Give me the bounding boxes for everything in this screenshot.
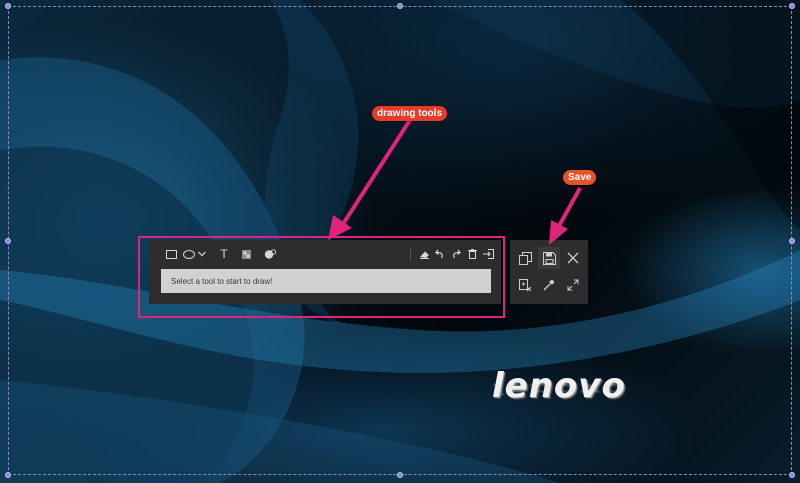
selection-handle-bottom-center[interactable] [397,472,403,478]
pin-to-screen-icon[interactable] [514,274,536,296]
drawing-tools-highlight-box [138,236,505,318]
selection-handle-middle-left[interactable] [5,238,11,244]
save-icon[interactable] [538,247,560,269]
color-picker-icon[interactable] [538,274,560,296]
selection-handle-bottom-left[interactable] [5,472,11,478]
selection-handle-bottom-right[interactable] [789,472,795,478]
selection-handle-top-left[interactable] [5,3,11,9]
capture-actions-panel [510,240,588,304]
drawing-tools-callout: drawing tools [372,106,447,121]
save-callout: Save [563,170,597,185]
expand-icon[interactable] [562,274,584,296]
selection-handle-top-center[interactable] [397,3,403,9]
close-icon[interactable] [562,247,584,269]
selection-handle-top-right[interactable] [789,3,795,9]
selection-handle-middle-right[interactable] [789,238,795,244]
copy-icon[interactable] [514,247,536,269]
